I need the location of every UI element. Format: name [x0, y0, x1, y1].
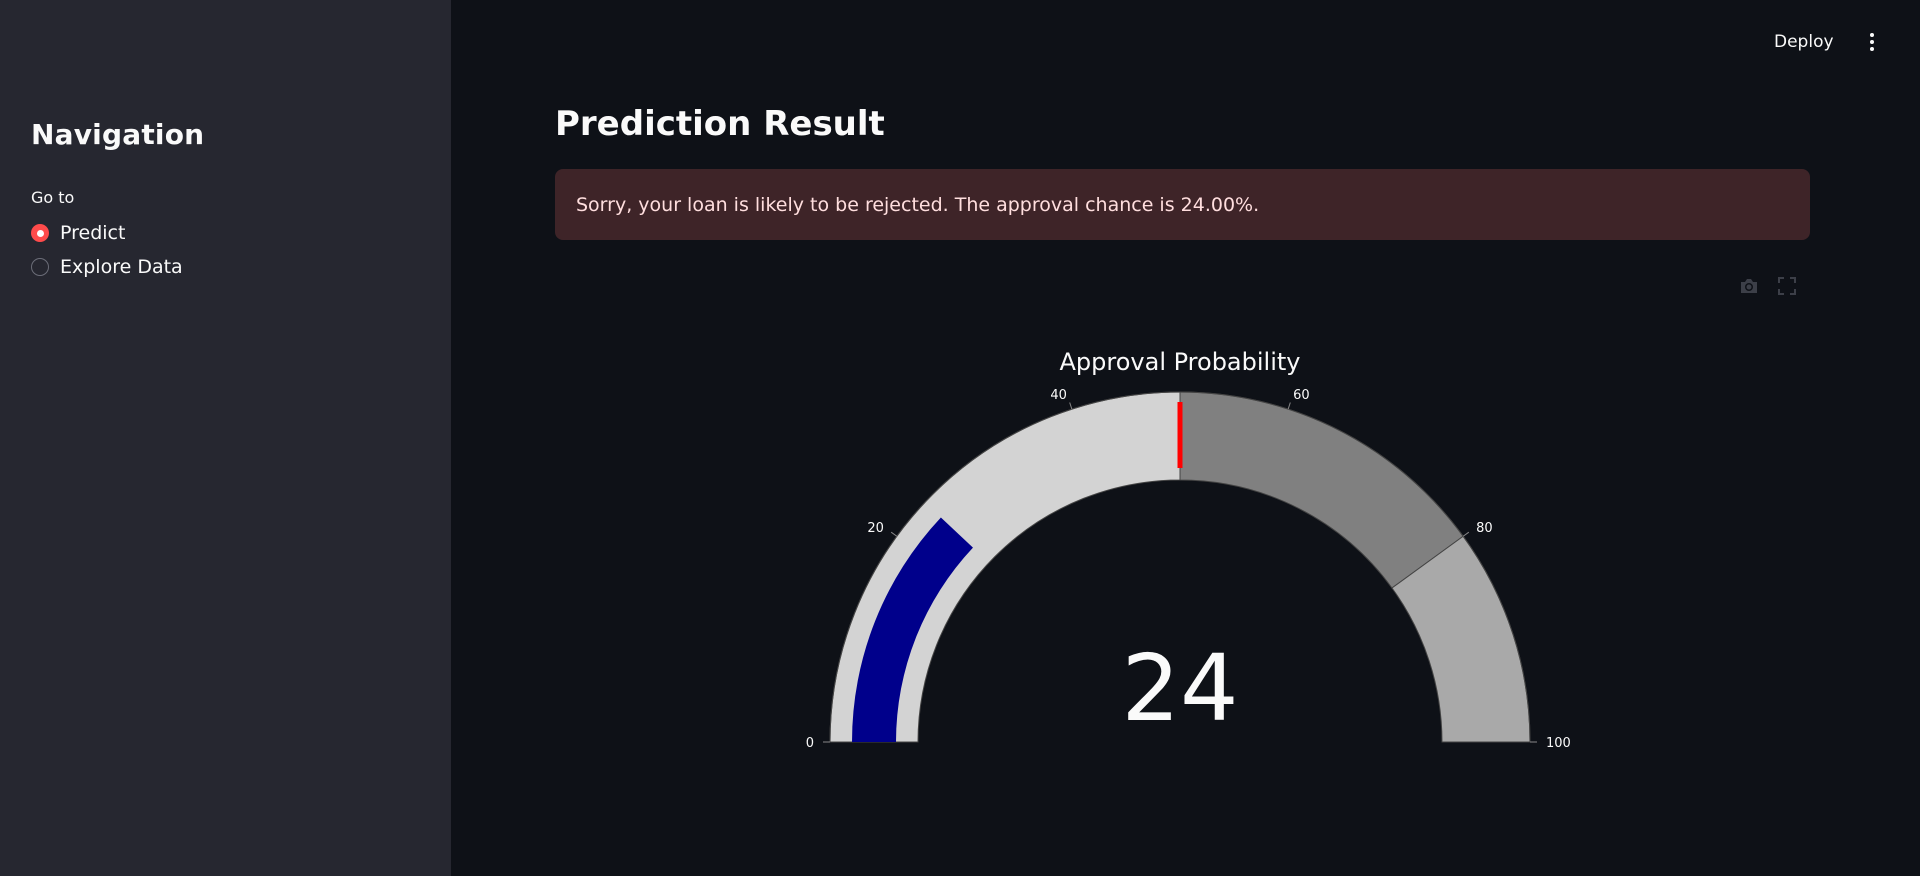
gauge-tick-label: 40 [1050, 388, 1067, 403]
radio-option-label: Predict [60, 222, 126, 244]
gauge-tick-label: 60 [1293, 388, 1310, 403]
sidebar-title: Navigation [31, 118, 205, 151]
alert-text: Sorry, your loan is likely to be rejecte… [576, 193, 1260, 216]
gauge-svg: 0 20 40 60 80 100 24 [806, 388, 1571, 751]
sidebar: Navigation Go to Predict Explore Data [0, 0, 451, 876]
gauge-tick [1069, 402, 1073, 410]
radio-group-label: Go to [31, 188, 75, 207]
gauge-value-number: 24 [1121, 635, 1238, 742]
gauge-tick [1287, 402, 1291, 410]
camera-icon[interactable] [1738, 275, 1760, 297]
fullscreen-icon[interactable] [1776, 275, 1798, 297]
page-title: Prediction Result [555, 104, 885, 144]
gauge-chart: Approval Probability 0 20 40 60 80 100 24 [780, 330, 1580, 760]
radio-option-predict[interactable]: Predict [31, 222, 125, 244]
gauge-tick [890, 531, 898, 537]
radio-option-label: Explore Data [60, 256, 183, 278]
gauge-tick-label: 100 [1546, 736, 1571, 751]
app-root: Navigation Go to Predict Explore Data De… [0, 0, 1920, 876]
more-vertical-icon[interactable] [1860, 30, 1884, 54]
radio-selected-icon[interactable] [31, 224, 49, 242]
radio-unselected-icon[interactable] [31, 258, 49, 276]
deploy-button[interactable]: Deploy [1770, 28, 1838, 56]
gauge-tick-label: 0 [806, 736, 814, 751]
error-alert: Sorry, your loan is likely to be rejecte… [555, 169, 1810, 240]
radio-option-explore-data[interactable]: Explore Data [31, 256, 183, 278]
gauge-tick [1462, 531, 1470, 537]
chart-modebar [1738, 275, 1798, 297]
gauge-tick-label: 80 [1476, 521, 1493, 536]
gauge-tick-label: 20 [867, 521, 884, 536]
